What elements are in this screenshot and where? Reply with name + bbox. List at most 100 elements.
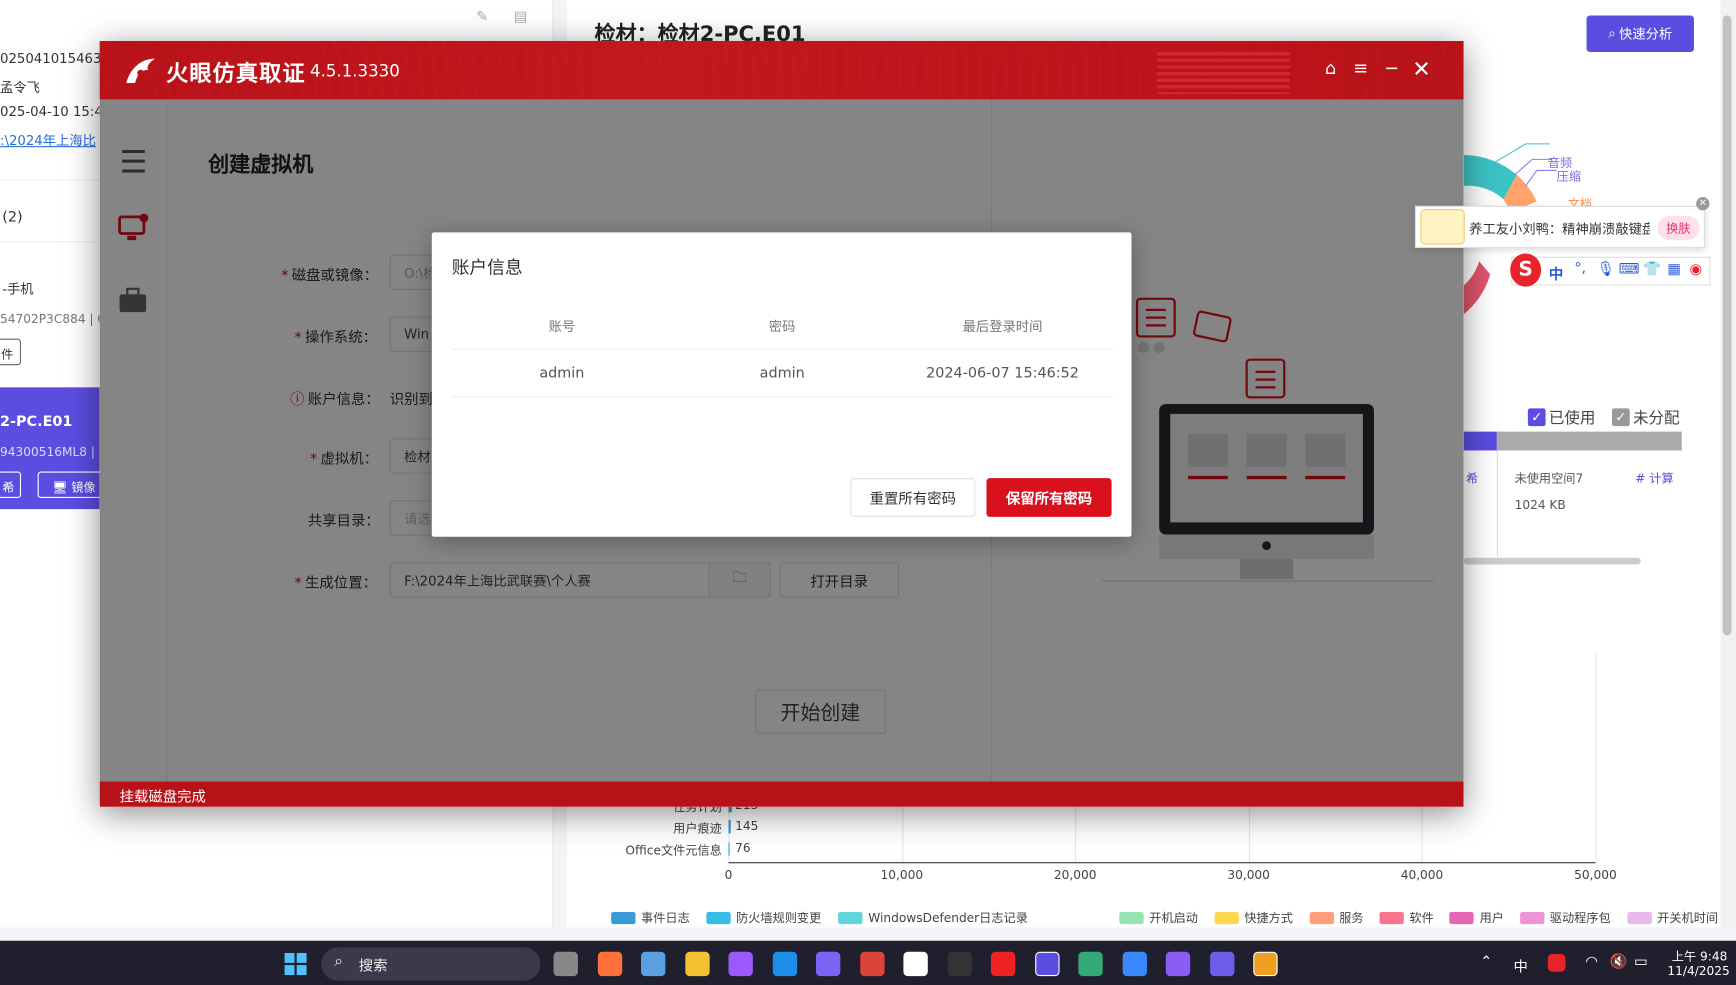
photos-icon[interactable]	[641, 951, 666, 977]
sogou-tray-icon[interactable]	[1547, 954, 1566, 972]
task-view-icon[interactable]	[553, 951, 578, 977]
obsidian-icon[interactable]	[1165, 951, 1191, 977]
used-legend[interactable]: ✓ 已使用	[1527, 406, 1595, 428]
legend-item[interactable]: 开机启动	[1119, 909, 1198, 927]
shirt-icon[interactable]: ⌂	[1321, 58, 1341, 79]
case-path-link[interactable]: :\2024年上海比	[0, 131, 96, 150]
unallocated-legend[interactable]: ✓ 未分配	[1612, 406, 1680, 428]
toolbox-icon[interactable]: ▦	[1667, 261, 1681, 278]
close-icon[interactable]: ✕	[1412, 58, 1432, 80]
ai-icon[interactable]	[947, 951, 972, 977]
evidence-item-selected[interactable]: 2-PC.E01 94300516ML8 | 2 希 🖥 镜像	[0, 387, 116, 510]
hash-link[interactable]: 希	[1466, 469, 1478, 487]
evidence-item-hash: 94300516ML8 | 2	[0, 444, 107, 460]
wps-icon[interactable]	[990, 951, 1016, 977]
microphone-icon[interactable]: 🎙	[1597, 261, 1615, 278]
evidence-phone-hash: 54702P3C884 | 0	[0, 312, 106, 327]
hash-button[interactable]: 希	[0, 471, 22, 499]
search-icon: ⌕	[334, 952, 344, 971]
ime-popup[interactable]: 养工友小刘鸭：精神崩溃敲键盘 换肤	[1414, 205, 1706, 248]
account-table	[451, 299, 1113, 410]
legend-label: 驱动程序包	[1549, 910, 1611, 926]
case-date: 025-04-10 15:4	[0, 104, 103, 120]
legend-item[interactable]: 软件	[1379, 909, 1434, 927]
checkbox-checked-icon[interactable]: ✓	[1612, 408, 1630, 427]
legend-swatch	[838, 911, 863, 924]
windows-start-icon[interactable]	[284, 952, 307, 976]
cell-password: admin	[759, 365, 805, 382]
legend-item[interactable]: 服务	[1309, 909, 1364, 927]
evidence-item-phone[interactable]: -手机	[2, 279, 33, 298]
tool-icon[interactable]	[1209, 951, 1234, 977]
page-scrollbar-thumb[interactable]	[1722, 15, 1732, 636]
title-bar[interactable]: 火眼仿真取证 4.5.1.3330 ⌂ ≡ − ✕	[99, 40, 1464, 100]
legend-item[interactable]: 驱动程序包	[1519, 909, 1611, 927]
horizontal-scrollbar[interactable]	[1463, 557, 1641, 565]
taskbar-ime-lang[interactable]: 中	[1513, 955, 1527, 977]
disk-partition-divider	[1496, 450, 1498, 557]
evidence-phone-button[interactable]: 件	[0, 338, 22, 366]
chart-bar[interactable]	[728, 841, 730, 856]
legend-swatch	[1519, 911, 1545, 924]
ime-toolbar[interactable]: S 中 °, 🎙 ⌨ 👕 ▦ ◉	[1510, 253, 1711, 287]
legend-swatch	[706, 911, 731, 924]
taskbar-search[interactable]: ⌕ 搜索	[321, 947, 541, 981]
vscode-icon[interactable]	[1078, 951, 1103, 977]
close-icon[interactable]: ✕	[1696, 197, 1710, 211]
ime-skin-button[interactable]: 换肤	[1657, 215, 1700, 241]
volume-muted-icon[interactable]: 🔇	[1610, 954, 1628, 971]
skin-icon[interactable]: 👕	[1643, 261, 1661, 278]
video-icon[interactable]	[728, 951, 753, 977]
dialog-title: 账户信息	[451, 256, 523, 278]
wifi-icon[interactable]: ◠	[1585, 954, 1598, 971]
legend-item[interactable]: 事件日志	[611, 909, 690, 927]
case-id: 025041015463	[0, 50, 102, 67]
quick-analysis-button[interactable]: ⌕ 快速分析	[1586, 15, 1694, 53]
minimize-icon[interactable]: −	[1382, 58, 1402, 79]
notepad-icon[interactable]	[1122, 951, 1147, 977]
clock-time[interactable]: 上午 9:48	[1672, 947, 1728, 965]
checkbox-checked-icon[interactable]: ✓	[1527, 408, 1546, 427]
explorer-icon[interactable]	[684, 951, 710, 977]
x-tick-label: 50,000	[1574, 867, 1617, 883]
assistant-icon[interactable]: ◉	[1690, 261, 1703, 278]
legend-item[interactable]: 用户	[1449, 909, 1504, 927]
disk-bar-used	[1463, 431, 1497, 451]
battery-icon[interactable]: ▭	[1634, 954, 1648, 971]
punctuation-icon[interactable]: °,	[1574, 260, 1586, 277]
menu-icon[interactable]: ≡	[1351, 58, 1371, 79]
fireeye-icon[interactable]	[1034, 951, 1059, 977]
legend-item[interactable]: 快捷方式	[1214, 909, 1293, 927]
legend-item[interactable]: WindowsDefender日志记录	[838, 909, 1028, 927]
case-investigator: 孟令飞	[0, 79, 40, 96]
keyboard-icon[interactable]: ⌨	[1619, 261, 1640, 278]
legend-label: WindowsDefender日志记录	[868, 910, 1028, 926]
legend-label: 事件日志	[641, 910, 690, 926]
firefox-icon[interactable]	[597, 951, 622, 977]
disk-bar-unallocated	[1496, 431, 1682, 451]
reset-passwords-button[interactable]: 重置所有密码	[850, 478, 976, 517]
legend-item[interactable]: 防火墙规则变更	[706, 909, 821, 927]
fireeye-app-icon[interactable]	[1253, 951, 1278, 977]
clipboard-icon[interactable]: ▤	[514, 9, 528, 26]
ime-lang-indicator[interactable]: 中	[1549, 262, 1563, 284]
calc-hash-link[interactable]: # 计算	[1635, 469, 1673, 487]
terminal-icon[interactable]	[815, 951, 841, 977]
legend-swatch	[1309, 911, 1334, 924]
category-label: 用户痕迹	[673, 821, 722, 836]
edit-icon[interactable]: ✎	[476, 9, 488, 26]
chart-bar[interactable]	[728, 820, 732, 834]
edge-icon[interactable]	[772, 951, 797, 977]
column-header-password: 密码	[768, 318, 796, 335]
chrome-icon[interactable]	[859, 951, 885, 977]
legend-swatch	[1627, 911, 1652, 924]
chevron-up-icon[interactable]: ⌃	[1480, 954, 1492, 971]
legend-swatch	[611, 911, 636, 924]
snip-icon[interactable]	[903, 951, 928, 977]
status-bar: 挂载磁盘完成	[99, 781, 1464, 807]
legend-item[interactable]: 开关机时间	[1627, 909, 1718, 927]
app-logo-icon	[126, 58, 156, 84]
clock-date[interactable]: 11/4/2025	[1667, 964, 1729, 978]
title-stripes	[1156, 52, 1290, 95]
keep-passwords-button[interactable]: 保留所有密码	[986, 478, 1112, 517]
